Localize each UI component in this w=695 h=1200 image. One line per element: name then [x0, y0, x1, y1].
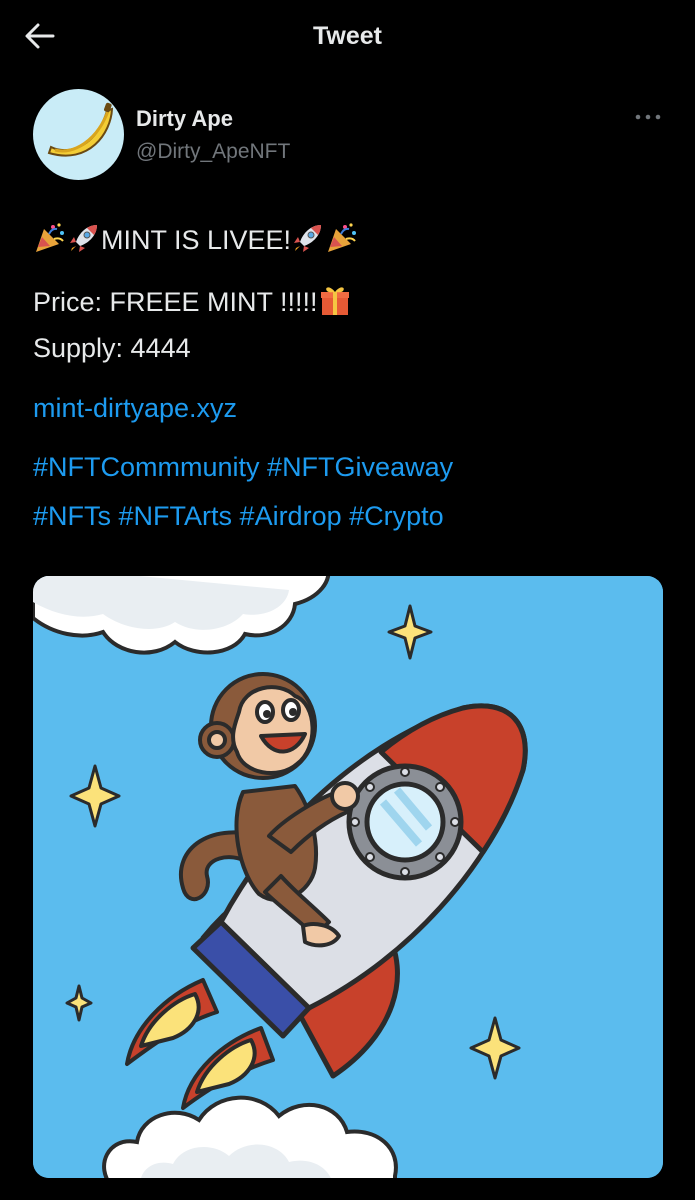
hashtag-line: #NFTs #NFTArts #Airdrop #Crypto [33, 501, 444, 532]
gift-icon [318, 283, 352, 317]
hashtag-link[interactable]: #NFTs [33, 501, 111, 531]
price-line: Price: FREEE MINT !!!!! [33, 283, 352, 318]
author-name[interactable]: Dirty Ape [136, 106, 233, 132]
headline-text: MINT IS LIVEE! [101, 225, 292, 255]
author-handle[interactable]: @Dirty_ApeNFT [136, 140, 290, 164]
hashtag-link[interactable]: #NFTCommmunity [33, 452, 260, 482]
rocket-monkey-illustration [33, 576, 663, 1178]
hashtag-link[interactable]: #NFTArts [119, 501, 233, 531]
party-popper-icon [33, 221, 67, 255]
page-title: Tweet [313, 22, 382, 50]
hashtag-line: #NFTCommmunity #NFTGiveaway [33, 452, 453, 483]
hashtag-link[interactable]: #Airdrop [240, 501, 342, 531]
avatar[interactable] [33, 89, 124, 180]
party-popper-icon [325, 221, 359, 255]
rocket-icon [291, 221, 325, 255]
supply-text: Supply: 4444 [33, 333, 191, 363]
tweet-headline: MINT IS LIVEE! [33, 221, 359, 256]
hashtag-link[interactable]: #NFTGiveaway [267, 452, 453, 482]
more-options-button[interactable] [630, 104, 666, 130]
price-text: Price: FREEE MINT !!!!! [33, 287, 318, 317]
banana-icon [47, 102, 114, 157]
top-bar: Tweet [0, 0, 695, 72]
more-options-icon [635, 114, 661, 120]
tweet-media-image[interactable] [33, 576, 663, 1178]
mint-link[interactable]: mint-dirtyape.xyz [33, 393, 237, 424]
rocket-icon [67, 221, 101, 255]
hashtag-link[interactable]: #Crypto [349, 501, 444, 531]
